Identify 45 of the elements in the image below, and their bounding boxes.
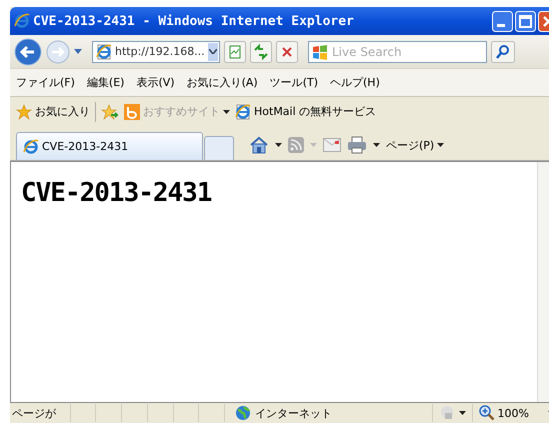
globe-icon bbox=[235, 405, 252, 421]
menu-item[interactable]: ツール(T) bbox=[270, 75, 318, 90]
menu-item[interactable]: 編集(E) bbox=[86, 75, 124, 90]
page-icon bbox=[235, 104, 251, 120]
page-icon bbox=[96, 44, 112, 60]
page-menu[interactable]: ページ(P) bbox=[386, 138, 444, 152]
tab[interactable]: CVE-2013-2431 bbox=[16, 132, 203, 160]
menu-item[interactable]: ヘルプ(H) bbox=[330, 75, 380, 90]
dropdown-button[interactable] bbox=[208, 42, 218, 60]
menu-item[interactable]: 表示(V) bbox=[136, 75, 175, 90]
stop-button[interactable] bbox=[276, 40, 298, 62]
caret-icon bbox=[458, 411, 466, 415]
caret-icon[interactable] bbox=[275, 143, 282, 147]
compatibility-button[interactable] bbox=[224, 40, 246, 62]
search-button[interactable] bbox=[491, 40, 515, 62]
window-title: CVE-2013-2431 - Windows Internet Explorer bbox=[33, 14, 355, 28]
status-text: ページが bbox=[11, 406, 57, 420]
minimize-button[interactable] bbox=[492, 10, 513, 32]
menu-item[interactable]: ファイル(F) bbox=[16, 75, 75, 90]
maximize-button[interactable] bbox=[515, 10, 536, 32]
home-button[interactable] bbox=[249, 136, 269, 154]
search-field[interactable]: Live Search bbox=[308, 40, 487, 62]
zoom-icon bbox=[478, 405, 495, 421]
address-field[interactable]: http://192.168... bbox=[92, 40, 220, 62]
menu-item[interactable]: お気に入り(A) bbox=[186, 75, 258, 90]
caret-icon[interactable] bbox=[373, 143, 380, 147]
zoom-button[interactable]: 100% bbox=[472, 404, 549, 422]
ie-logo-icon bbox=[23, 138, 39, 154]
add-favorite-button[interactable] bbox=[101, 104, 119, 120]
b-logo-icon bbox=[124, 104, 140, 120]
security-zone: インターネット bbox=[224, 404, 424, 422]
caret-icon bbox=[208, 49, 217, 54]
star-icon bbox=[16, 104, 32, 120]
print-button[interactable] bbox=[347, 136, 367, 154]
back-button[interactable] bbox=[14, 38, 42, 66]
scrollbar[interactable] bbox=[537, 162, 549, 402]
windows-logo-icon bbox=[312, 44, 328, 60]
caret-icon bbox=[437, 143, 444, 147]
favorites-button[interactable]: お気に入り bbox=[16, 104, 90, 120]
page-heading: CVE-2013-2431 bbox=[21, 178, 212, 208]
mail-button[interactable] bbox=[323, 138, 341, 152]
refresh-button[interactable] bbox=[250, 40, 272, 62]
favorite-link[interactable]: HotMail の無料サービス bbox=[235, 104, 376, 120]
ie-logo-icon bbox=[14, 13, 30, 29]
caret-icon bbox=[223, 110, 230, 114]
